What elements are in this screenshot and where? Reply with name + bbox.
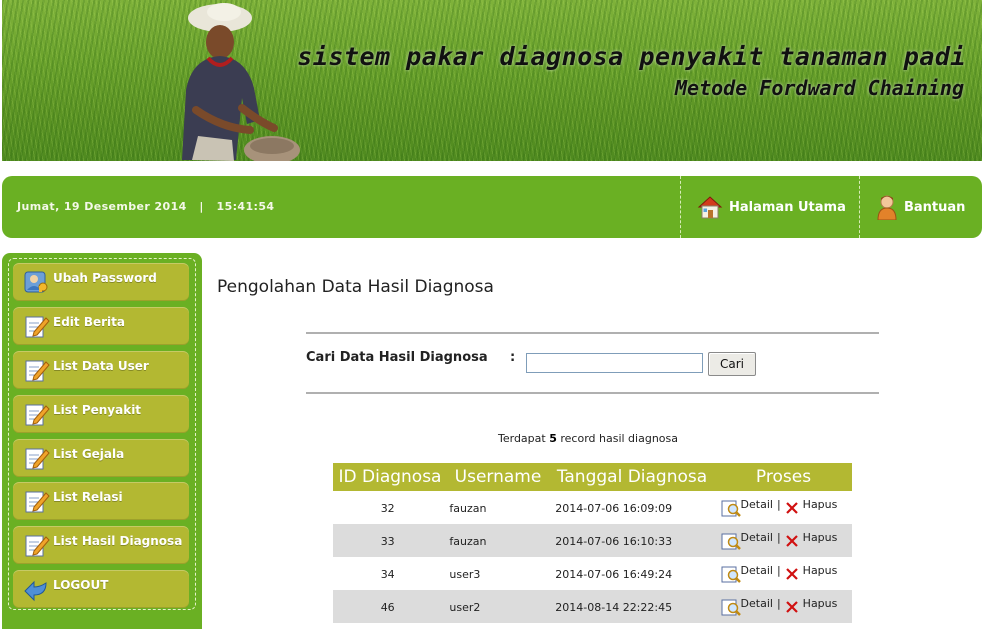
sidebar-item-label: List Hasil Diagnosa — [53, 534, 183, 548]
sidebar-item-label: List Gejala — [53, 447, 125, 461]
sidebar-menu: Ubah Password Edit Berita List Data User… — [8, 258, 196, 610]
divider-bottom — [306, 392, 879, 394]
search-colon: : — [510, 350, 516, 365]
table-row: 33 fauzan 2014-07-06 16:10:33 Detail | H… — [333, 524, 852, 557]
cell-username: fauzan — [449, 502, 487, 515]
table-header: ID Diagnosa Username Tanggal Diagnosa Pr… — [333, 463, 852, 491]
detail-link[interactable]: Detail — [741, 564, 773, 577]
cell-actions: Detail | Hapus — [715, 524, 852, 557]
delete-link[interactable]: Hapus — [803, 564, 838, 577]
nav-bantuan-label: Bantuan — [904, 199, 966, 215]
nav-bantuan[interactable]: Bantuan — [859, 176, 983, 238]
delete-x-icon[interactable] — [785, 600, 799, 614]
cell-id: 46 — [380, 601, 395, 614]
table-row: 34 user3 2014-07-06 16:49:24 Detail | Ha… — [333, 557, 852, 590]
sidebar: Ubah Password Edit Berita List Data User… — [2, 253, 202, 629]
header-proses: Proses — [755, 467, 812, 487]
detail-link[interactable]: Detail — [741, 531, 773, 544]
cell-actions: Detail | Hapus — [715, 590, 852, 623]
sidebar-item-label: Edit Berita — [53, 315, 125, 329]
sidebar-item-edit-berita[interactable]: Edit Berita — [13, 307, 189, 345]
action-separator: | — [776, 530, 781, 544]
cell-date: 2014-08-14 22:22:45 — [555, 601, 673, 614]
banner-subtitle: Metode Fordward Chaining — [675, 76, 964, 100]
top-navigation-bar: Jumat, 19 Desember 2014 | 15:41:54 Halam… — [2, 176, 982, 238]
cell-username: user3 — [449, 568, 481, 581]
delete-x-icon[interactable] — [785, 567, 799, 581]
logout-arrow-icon — [21, 574, 51, 604]
edit-document-icon — [21, 486, 51, 516]
date-time-separator: | — [199, 200, 204, 213]
record-count-number: 5 — [549, 432, 557, 445]
nav-halaman-utama[interactable]: Halaman Utama — [680, 176, 859, 238]
search-button[interactable]: Cari — [708, 352, 756, 376]
cell-username: user2 — [449, 601, 481, 614]
header-banner: sistem pakar diagnosa penyakit tanaman p… — [2, 0, 982, 161]
delete-link[interactable]: Hapus — [803, 597, 838, 610]
sidebar-item-label: List Penyakit — [53, 403, 142, 417]
edit-document-icon — [21, 443, 51, 473]
detail-magnifier-icon[interactable] — [721, 564, 741, 584]
sidebar-item-ubah-password[interactable]: Ubah Password — [13, 263, 189, 301]
sidebar-item-list-data-user[interactable]: List Data User — [13, 351, 189, 389]
delete-link[interactable]: Hapus — [803, 531, 838, 544]
farmer-illustration — [182, 3, 300, 161]
header-tanggal-diagnosa: Tanggal Diagnosa — [556, 467, 708, 487]
cell-actions: Detail | Hapus — [715, 557, 852, 590]
sidebar-item-logout[interactable]: LOGOUT — [13, 570, 189, 608]
table-row: 46 user2 2014-08-14 22:22:45 Detail | Ha… — [333, 590, 852, 623]
nav-halaman-utama-label: Halaman Utama — [729, 199, 846, 215]
sidebar-item-list-hasil-diagnosa[interactable]: List Hasil Diagnosa — [13, 526, 189, 564]
sidebar-item-list-penyakit[interactable]: List Penyakit — [13, 395, 189, 433]
cell-username: fauzan — [449, 535, 487, 548]
header-username: Username — [454, 467, 542, 487]
sidebar-item-label: Ubah Password — [53, 271, 157, 285]
page-title: Pengolahan Data Hasil Diagnosa — [217, 277, 494, 297]
cell-actions: Detail | Hapus — [715, 491, 852, 524]
banner-title: sistem pakar diagnosa penyakit tanaman p… — [297, 42, 966, 71]
sidebar-item-list-relasi[interactable]: List Relasi — [13, 482, 189, 520]
edit-document-icon — [21, 399, 51, 429]
date-time-display: Jumat, 19 Desember 2014 | 15:41:54 — [17, 200, 274, 213]
detail-link[interactable]: Detail — [741, 498, 773, 511]
delete-x-icon[interactable] — [785, 501, 799, 515]
header-id-diagnosa: ID Diagnosa — [338, 467, 442, 487]
cell-date: 2014-07-06 16:49:24 — [555, 568, 673, 581]
edit-document-icon — [21, 530, 51, 560]
detail-magnifier-icon[interactable] — [721, 498, 741, 518]
cell-id: 34 — [380, 568, 395, 581]
user-key-icon — [21, 267, 51, 297]
diagnosis-table: ID Diagnosa Username Tanggal Diagnosa Pr… — [333, 463, 852, 623]
cell-date: 2014-07-06 16:10:33 — [555, 535, 673, 548]
record-count-suffix: record hasil diagnosa — [560, 432, 678, 445]
search-label: Cari Data Hasil Diagnosa — [306, 350, 488, 365]
sidebar-item-list-gejala[interactable]: List Gejala — [13, 439, 189, 477]
sidebar-item-label: List Relasi — [53, 490, 123, 504]
record-count-prefix: Terdapat — [498, 432, 546, 445]
edit-document-icon — [21, 355, 51, 385]
record-count: Terdapat 5 record hasil diagnosa — [498, 432, 678, 445]
sidebar-item-label: List Data User — [53, 359, 149, 373]
delete-x-icon[interactable] — [785, 534, 799, 548]
help-person-icon — [877, 195, 897, 220]
cell-date: 2014-07-06 16:09:09 — [555, 502, 673, 515]
current-time: 15:41:54 — [216, 200, 275, 213]
edit-document-icon — [21, 311, 51, 341]
action-separator: | — [776, 497, 781, 511]
cell-id: 32 — [380, 502, 395, 515]
house-icon — [697, 196, 723, 219]
table-row: 32 fauzan 2014-07-06 16:09:09 Detail | H… — [333, 491, 852, 524]
detail-magnifier-icon[interactable] — [721, 597, 741, 617]
action-separator: | — [776, 596, 781, 610]
delete-link[interactable]: Hapus — [803, 498, 838, 511]
current-date: Jumat, 19 Desember 2014 — [17, 200, 187, 213]
action-separator: | — [776, 563, 781, 577]
divider-top — [306, 332, 879, 334]
sidebar-item-label: LOGOUT — [53, 578, 109, 592]
detail-link[interactable]: Detail — [741, 597, 773, 610]
detail-magnifier-icon[interactable] — [721, 531, 741, 551]
cell-id: 33 — [380, 535, 395, 548]
search-input[interactable] — [526, 353, 703, 373]
